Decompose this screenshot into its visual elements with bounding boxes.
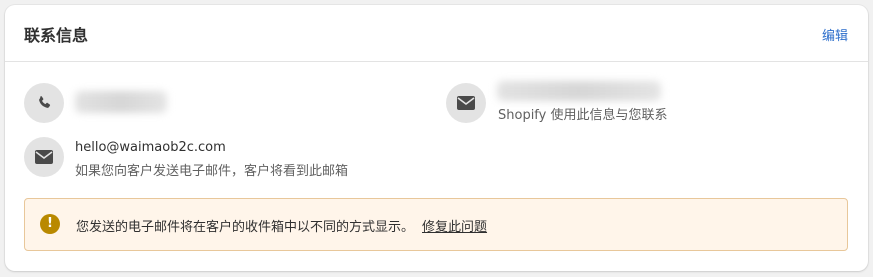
fix-issue-link[interactable]: 修复此问题 [422,220,487,235]
warning-banner: ! 您发送的电子邮件将在客户的收件箱中以不同的方式显示。 修复此问题 [24,198,848,251]
shop-email-caption: Shopify 使用此信息与您联系 [498,108,668,123]
mail-icon [446,83,486,123]
phone-number-redacted [75,91,167,113]
warning-message-text: 您发送的电子邮件将在客户的收件箱中以不同的方式显示。 [76,220,415,235]
card-header: 联系信息 编辑 [5,5,868,62]
contact-info-card: 联系信息 编辑 Shopify 使用此信息与您联系 hello@waimaob2… [5,5,868,271]
shop-email-redacted [497,81,661,101]
card-title: 联系信息 [24,26,89,45]
customer-email-caption: 如果您向客户发送电子邮件，客户将看到此邮箱 [75,164,349,179]
customer-email-address: hello@waimaob2c.com [75,140,226,155]
mail-icon [24,137,64,177]
warning-message: 您发送的电子邮件将在客户的收件箱中以不同的方式显示。 修复此问题 [76,216,487,235]
edit-link[interactable]: 编辑 [822,25,848,44]
phone-icon [24,83,64,123]
exclamation-icon: ! [40,214,60,234]
